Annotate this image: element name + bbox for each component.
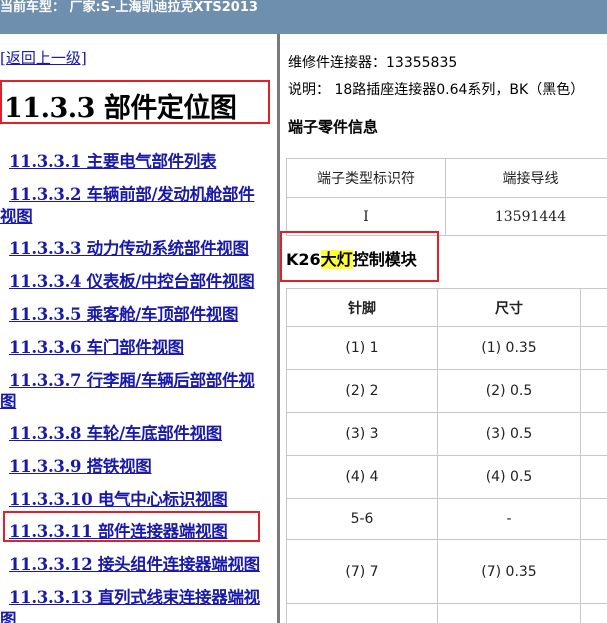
- table-cell: (7) 7: [286, 539, 438, 604]
- nav-item-11-3-3-2-cont[interactable]: 视图: [0, 203, 33, 227]
- repair-connector-line: 维修件连接器：13355835: [288, 52, 457, 72]
- content-pane: 维修件连接器：13355835 说明： 18路插座连接器0.64系列，BK（黑色…: [280, 34, 607, 623]
- table-row: (7) 7 (7) 0.35: [286, 539, 607, 604]
- table-row: I 13591444: [286, 197, 607, 236]
- nav-item-11-3-3-3[interactable]: 11.3.3.3 动力传动系统部件视图: [9, 235, 249, 259]
- nav-item-11-3-3-1[interactable]: 11.3.3.1 主要电气部件列表: [9, 148, 217, 172]
- table-cell: [580, 369, 607, 413]
- table-cell: -: [437, 498, 581, 540]
- table-cell: (4) 0.5: [437, 455, 581, 499]
- table-cell: [580, 455, 607, 499]
- nav-item-11-3-3-5[interactable]: 11.3.3.5 乘客舱/车顶部件视图: [9, 301, 239, 325]
- terminal-table: 端子类型标识符 端接导线 I 13591444: [286, 158, 607, 236]
- table-row: (1) 1 (1) 0.35: [286, 326, 607, 370]
- window-title-bar: 当前车型： 厂家:S-上海凯迪拉克XTS2013: [0, 0, 607, 34]
- window-title: 当前车型： 厂家:S-上海凯迪拉克XTS2013: [0, 0, 258, 15]
- repair-connector-value: 13355835: [386, 55, 458, 71]
- module-title: K26大灯控制模块: [286, 246, 417, 270]
- table-cell: (2) 2: [286, 369, 438, 413]
- table-header-row: 针脚 尺寸: [286, 288, 607, 327]
- table-header-extra: [580, 288, 607, 327]
- table-cell: (1) 1: [286, 326, 438, 370]
- table-row: [286, 603, 607, 623]
- table-row: (4) 4 (4) 0.5: [286, 455, 607, 499]
- nav-item-11-3-3-13[interactable]: 11.3.3.13 直列式线束连接器端视: [9, 584, 260, 608]
- nav-item-11-3-3-7[interactable]: 11.3.3.7 行李厢/车辆后部部件视: [9, 367, 255, 391]
- table-cell: [580, 326, 607, 370]
- back-link[interactable]: [返回上一级]: [0, 47, 87, 68]
- table-header: 端子类型标识符: [286, 158, 446, 198]
- nav-item-11-3-3-13-cont[interactable]: 图: [0, 606, 17, 623]
- table-cell: (4) 4: [286, 455, 438, 499]
- table-cell: [580, 539, 607, 604]
- table-cell: I: [286, 197, 446, 236]
- table-cell: (7) 0.35: [437, 539, 581, 604]
- nav-item-11-3-3-4[interactable]: 11.3.3.4 仪表板/中控台部件视图: [9, 268, 255, 292]
- table-cell: (3) 0.5: [437, 412, 581, 456]
- terminal-section-title: 端子零件信息: [288, 118, 379, 136]
- table-cell: 5-6: [286, 498, 438, 540]
- description-text: 说明： 18路插座连接器0.64系列，BK（黑色）: [288, 82, 585, 98]
- table-row: (2) 2 (2) 0.5: [286, 369, 607, 413]
- table-cell: [437, 603, 581, 623]
- table-cell: (1) 0.35: [437, 326, 581, 370]
- table-row: (3) 3 (3) 0.5: [286, 412, 607, 456]
- table-cell: 13591444: [445, 197, 607, 236]
- table-cell: [286, 603, 438, 623]
- module-title-prefix: K26: [286, 250, 321, 269]
- nav-item-11-3-3-6[interactable]: 11.3.3.6 车门部件视图: [9, 334, 184, 358]
- nav-item-11-3-3-11[interactable]: 11.3.3.11 部件连接器端视图: [9, 518, 228, 542]
- nav-item-11-3-3-9[interactable]: 11.3.3.9 搭铁视图: [9, 453, 152, 477]
- pin-table: 针脚 尺寸 (1) 1 (1) 0.35 (2) 2 (2) 0.5 (3) 3…: [286, 288, 607, 623]
- navigation-pane: [返回上一级] 11.3.3 部件定位图 11.3.3.1 主要电气部件列表 1…: [0, 34, 277, 623]
- nav-item-11-3-3-10[interactable]: 11.3.3.10 电气中心标识视图: [9, 486, 228, 510]
- repair-connector-label: 维修件连接器：: [288, 55, 386, 71]
- table-cell: (2) 0.5: [437, 369, 581, 413]
- module-title-highlight: 大灯: [320, 250, 353, 269]
- table-cell: [580, 498, 607, 540]
- table-cell: [580, 412, 607, 456]
- page-heading: 11.3.3 部件定位图: [4, 93, 237, 124]
- table-row: 5-6 -: [286, 498, 607, 540]
- nav-item-11-3-3-7-cont[interactable]: 图: [0, 388, 17, 412]
- table-header: 针脚: [286, 288, 438, 327]
- table-cell: (3) 3: [286, 412, 438, 456]
- module-title-suffix: 控制模块: [352, 250, 417, 269]
- nav-item-11-3-3-2[interactable]: 11.3.3.2 车辆前部/发动机舱部件: [9, 181, 255, 205]
- table-header: 端接导线: [445, 158, 607, 198]
- table-header: 尺寸: [437, 288, 581, 327]
- table-header-row: 端子类型标识符 端接导线: [286, 158, 607, 198]
- nav-item-11-3-3-12[interactable]: 11.3.3.12 接头组件连接器端视图: [9, 551, 260, 575]
- nav-item-11-3-3-8[interactable]: 11.3.3.8 车轮/车底部件视图: [9, 420, 222, 444]
- table-cell: [580, 603, 607, 623]
